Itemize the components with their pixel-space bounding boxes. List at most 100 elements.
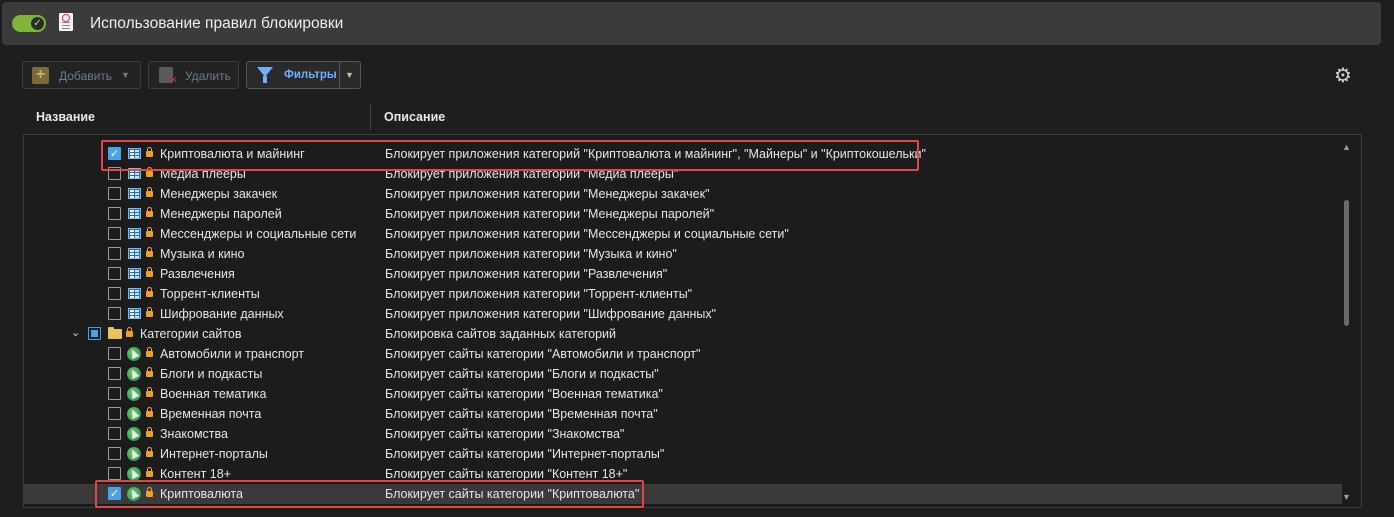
tree-row[interactable]: Блоги и подкасты Блокирует сайты категор… bbox=[24, 364, 1342, 384]
row-description: Блокирует сайты категории "Блоги и подка… bbox=[385, 367, 659, 381]
row-description: Блокирует приложения категории "Развлече… bbox=[385, 267, 668, 281]
scroll-down-icon[interactable]: ▼ bbox=[1342, 492, 1351, 502]
tree-row[interactable]: Торрент-клиенты Блокирует приложения кат… bbox=[24, 284, 1342, 304]
row-checkbox[interactable]: ✓ bbox=[108, 487, 121, 500]
tree-row-selected[interactable]: ✓ Криптовалюта Блокирует сайты категории… bbox=[24, 484, 1342, 504]
row-description: Блокирует сайты категории "Военная темат… bbox=[385, 387, 663, 401]
scroll-up-icon[interactable]: ▲ bbox=[1342, 142, 1351, 152]
tree-row[interactable]: Контент 18+ Блокирует сайты категории "К… bbox=[24, 464, 1342, 484]
row-name: Военная тематика bbox=[160, 387, 267, 401]
page-header: ✓ Использование правил блокировки bbox=[2, 2, 1381, 45]
row-description: Блокирует приложения категории "Музыка и… bbox=[385, 247, 677, 261]
app-icon bbox=[128, 208, 141, 219]
lock-icon bbox=[146, 427, 153, 437]
row-name: Торрент-клиенты bbox=[160, 287, 260, 301]
chevron-down-icon[interactable]: ▼ bbox=[345, 70, 354, 80]
row-name: Медиа плееры bbox=[160, 167, 246, 181]
page-title: Использование правил блокировки bbox=[90, 15, 344, 32]
lock-icon bbox=[146, 287, 153, 297]
rules-toggle[interactable]: ✓ bbox=[12, 15, 46, 32]
row-name: Шифрование данных bbox=[160, 307, 284, 321]
column-name-header[interactable]: Название bbox=[36, 110, 95, 124]
app-icon bbox=[128, 308, 141, 319]
row-checkbox[interactable] bbox=[108, 227, 121, 240]
tree-row[interactable]: Военная тематика Блокирует сайты категор… bbox=[24, 384, 1342, 404]
lock-icon bbox=[146, 447, 153, 457]
row-checkbox[interactable] bbox=[108, 167, 121, 180]
row-checkbox[interactable] bbox=[108, 307, 121, 320]
row-description: Блокирует сайты категории "Интернет-порт… bbox=[385, 447, 665, 461]
tree-row[interactable]: Автомобили и транспорт Блокирует сайты к… bbox=[24, 344, 1342, 364]
row-checkbox[interactable] bbox=[108, 427, 121, 440]
row-checkbox[interactable]: ✓ bbox=[108, 147, 121, 160]
row-description: Блокирует приложения категорий "Криптова… bbox=[385, 147, 926, 161]
app-icon bbox=[128, 248, 141, 259]
block-rules-icon bbox=[59, 13, 73, 31]
filters-button-label: Фильтры bbox=[284, 69, 337, 81]
row-description: Блокирует приложения категории "Менеджер… bbox=[385, 187, 710, 201]
gear-icon[interactable]: ⚙ bbox=[1334, 66, 1352, 86]
website-icon bbox=[127, 367, 141, 381]
row-checkbox[interactable] bbox=[108, 287, 121, 300]
delete-button[interactable]: ✕ Удалить bbox=[148, 61, 239, 89]
row-checkbox[interactable] bbox=[108, 267, 121, 280]
tree-row[interactable]: Интернет-порталы Блокирует сайты категор… bbox=[24, 444, 1342, 464]
row-checkbox[interactable] bbox=[108, 187, 121, 200]
tree-row-group[interactable]: ⌄ Категории сайтов Блокировка сайтов зад… bbox=[24, 324, 1342, 344]
row-checkbox[interactable] bbox=[108, 367, 121, 380]
row-name: Временная почта bbox=[160, 407, 262, 421]
tree-row[interactable]: Шифрование данных Блокирует приложения к… bbox=[24, 304, 1342, 324]
tree-row[interactable]: Знакомства Блокирует сайты категории "Зн… bbox=[24, 424, 1342, 444]
tree-row[interactable]: ✓ Криптовалюта и майнинг Блокирует прило… bbox=[24, 144, 1342, 164]
group-checkbox[interactable] bbox=[88, 327, 101, 340]
app-icon bbox=[128, 268, 141, 279]
filters-button[interactable]: Фильтры ▼ bbox=[246, 61, 361, 89]
lock-icon bbox=[146, 367, 153, 377]
row-description: Блокирует приложения категории "Мессендж… bbox=[385, 227, 789, 241]
app-icon bbox=[128, 168, 141, 179]
row-checkbox[interactable] bbox=[108, 467, 121, 480]
add-button-label: Добавить bbox=[59, 69, 113, 83]
tree-row[interactable]: Временная почта Блокирует сайты категори… bbox=[24, 404, 1342, 424]
row-name: Криптовалюта и майнинг bbox=[160, 147, 305, 161]
row-description: Блокирует сайты категории "Контент 18+" bbox=[385, 467, 628, 481]
app-icon bbox=[128, 148, 141, 159]
row-name: Знакомства bbox=[160, 427, 228, 441]
row-name: Развлечения bbox=[160, 267, 235, 281]
chevron-down-icon[interactable]: ⌄ bbox=[71, 326, 80, 339]
lock-icon bbox=[126, 327, 133, 337]
tree-row[interactable]: Музыка и кино Блокирует приложения катег… bbox=[24, 244, 1342, 264]
website-icon bbox=[127, 427, 141, 441]
row-checkbox[interactable] bbox=[108, 347, 121, 360]
lock-icon bbox=[146, 467, 153, 477]
tree-row[interactable]: Менеджеры паролей Блокирует приложения к… bbox=[24, 204, 1342, 224]
vertical-scrollbar[interactable]: ▲ ▼ bbox=[1341, 142, 1353, 504]
rules-tree: ✓ Криптовалюта и майнинг Блокирует прило… bbox=[23, 134, 1362, 508]
row-description: Блокирует приложения категории "Торрент-… bbox=[385, 287, 693, 301]
tree-row[interactable]: Мессенджеры и социальные сети Блокирует … bbox=[24, 224, 1342, 244]
row-checkbox[interactable] bbox=[108, 387, 121, 400]
row-description: Блокирует сайты категории "Временная поч… bbox=[385, 407, 658, 421]
row-description: Блокирует сайты категории "Знакомства" bbox=[385, 427, 625, 441]
lock-icon bbox=[146, 247, 153, 257]
website-icon bbox=[127, 347, 141, 361]
row-name: Менеджеры закачек bbox=[160, 187, 278, 201]
tree-row[interactable]: Развлечения Блокирует приложения категор… bbox=[24, 264, 1342, 284]
row-description: Блокирует приложения категории "Шифрован… bbox=[385, 307, 717, 321]
row-description: Блокирует приложения категории "Менеджер… bbox=[385, 207, 715, 221]
add-button[interactable]: + Добавить ▼ bbox=[22, 61, 141, 89]
tree-row[interactable]: Медиа плееры Блокирует приложения катего… bbox=[24, 164, 1342, 184]
row-name: Контент 18+ bbox=[160, 467, 231, 481]
lock-icon bbox=[146, 347, 153, 357]
scroll-thumb[interactable] bbox=[1344, 200, 1349, 326]
row-checkbox[interactable] bbox=[108, 447, 121, 460]
column-description-header[interactable]: Описание bbox=[384, 110, 445, 124]
website-icon bbox=[127, 447, 141, 461]
row-name: Мессенджеры и социальные сети bbox=[160, 227, 357, 241]
tree-row[interactable]: Менеджеры закачек Блокирует приложения к… bbox=[24, 184, 1342, 204]
row-checkbox[interactable] bbox=[108, 207, 121, 220]
row-description: Блокирует сайты категории "Автомобили и … bbox=[385, 347, 701, 361]
chevron-down-icon[interactable]: ▼ bbox=[121, 70, 130, 80]
row-checkbox[interactable] bbox=[108, 407, 121, 420]
row-checkbox[interactable] bbox=[108, 247, 121, 260]
